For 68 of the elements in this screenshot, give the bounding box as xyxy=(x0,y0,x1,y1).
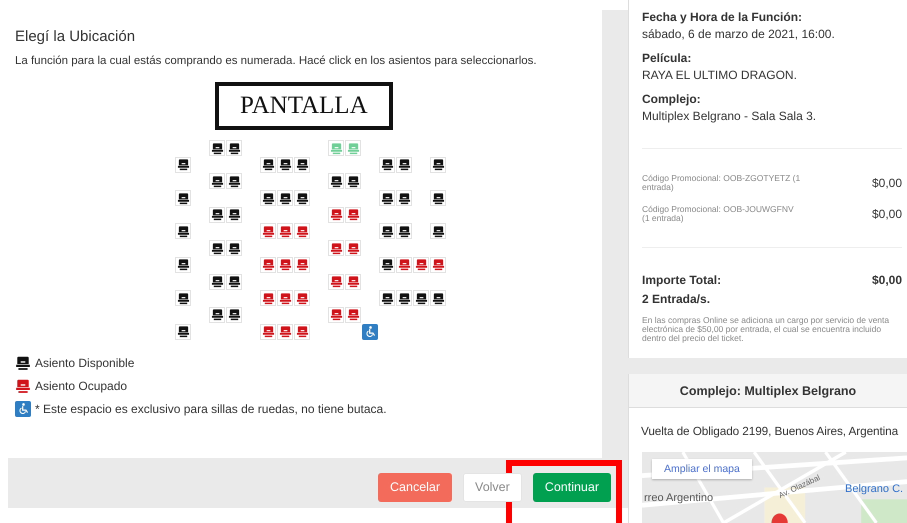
seat[interactable] xyxy=(209,140,225,156)
venue-title: Complejo: Multiplex Belgrano xyxy=(629,374,907,408)
seat[interactable] xyxy=(175,156,191,173)
total-amount: $0,00 xyxy=(872,273,902,287)
seat[interactable] xyxy=(260,190,276,206)
seat[interactable] xyxy=(226,274,242,290)
seat[interactable] xyxy=(379,290,395,306)
seat[interactable] xyxy=(379,156,395,173)
instructions: La función para la cual estás comprando es numerada. Hacé click en los asientos para seleccionarlos. xyxy=(15,55,538,67)
map-label: Belgrano C. xyxy=(845,483,904,495)
seat[interactable] xyxy=(226,173,242,190)
seat[interactable] xyxy=(226,240,242,256)
seat[interactable] xyxy=(209,240,225,256)
seat[interactable] xyxy=(430,290,446,306)
seat[interactable] xyxy=(175,256,191,273)
promo-amount: $0,00 xyxy=(872,207,902,222)
seat[interactable] xyxy=(379,256,395,273)
seat[interactable] xyxy=(345,173,361,190)
legend-label: Asiento Disponible xyxy=(35,356,134,370)
footer-button[interactable]: Cancelar xyxy=(378,472,452,502)
seat[interactable] xyxy=(175,190,191,206)
screen-label: PANTALLA xyxy=(215,82,393,130)
seat[interactable] xyxy=(379,190,395,206)
venue-address: Vuelta de Obligado 2199, Buenos Aires, Argentina xyxy=(640,423,900,438)
seat[interactable] xyxy=(294,156,310,173)
seat[interactable] xyxy=(430,156,446,173)
detail-value: Multiplex Belgrano - Sala Sala 3. xyxy=(642,109,818,123)
fee-note: En las compras Online se adiciona un cargo por servicio de venta electrónica de $50,00 por entrada, el cual se encuentra incluido dentro del precio del ticket. xyxy=(642,316,890,343)
seat[interactable] xyxy=(226,306,242,323)
promo-code-label: Código Promocional: OOB-ZGOTYETZ (1 entrada) xyxy=(642,174,802,191)
seat[interactable] xyxy=(209,274,225,290)
legend-label: Asiento Ocupado xyxy=(35,378,128,393)
seat[interactable] xyxy=(413,290,429,306)
seat[interactable] xyxy=(175,290,191,306)
legend-label: * Este espacio es exclusivo para sillas de ruedas, no tiene butaca. xyxy=(35,402,387,416)
seat[interactable] xyxy=(379,223,395,240)
seat[interactable] xyxy=(396,190,412,206)
seat[interactable] xyxy=(175,324,191,340)
detail-value: sábado, 6 de marzo de 2021, 16:00. xyxy=(642,27,836,41)
seat[interactable] xyxy=(396,223,412,240)
seat[interactable] xyxy=(277,190,293,206)
seat[interactable] xyxy=(226,206,242,223)
promo-code-label: Código Promocional: OOB-JOUWGFNV (1 entrada) xyxy=(642,205,795,222)
promo-amount: $0,00 xyxy=(872,176,902,191)
total-label: Importe Total: xyxy=(642,273,722,287)
enlarge-map-link[interactable]: Ampliar el mapa xyxy=(652,459,752,479)
seat[interactable] xyxy=(430,223,446,240)
ticket-count: 2 Entrada/s. xyxy=(642,292,712,306)
seat[interactable] xyxy=(396,156,412,173)
footer-button[interactable]: Volver xyxy=(463,472,522,502)
seat[interactable] xyxy=(209,306,225,323)
seat[interactable] xyxy=(209,173,225,190)
seat[interactable] xyxy=(396,290,412,306)
seat[interactable] xyxy=(260,156,276,173)
seat[interactable] xyxy=(226,140,242,156)
detail-label: Complejo: xyxy=(642,92,702,106)
seat[interactable] xyxy=(430,190,446,206)
seat[interactable] xyxy=(209,206,225,223)
detail-label: Película: xyxy=(642,51,692,65)
seat[interactable] xyxy=(277,156,293,173)
seat[interactable] xyxy=(294,190,310,206)
footer-button[interactable]: Continuar xyxy=(532,472,611,502)
section-title: Elegí la Ubicación xyxy=(15,28,136,45)
detail-value: RAYA EL ULTIMO DRAGON. xyxy=(642,68,798,82)
seat[interactable] xyxy=(328,173,344,190)
detail-label: Fecha y Hora de la Función: xyxy=(642,10,804,24)
seat[interactable] xyxy=(175,223,191,240)
map-label: rreo Argentino xyxy=(644,492,714,504)
